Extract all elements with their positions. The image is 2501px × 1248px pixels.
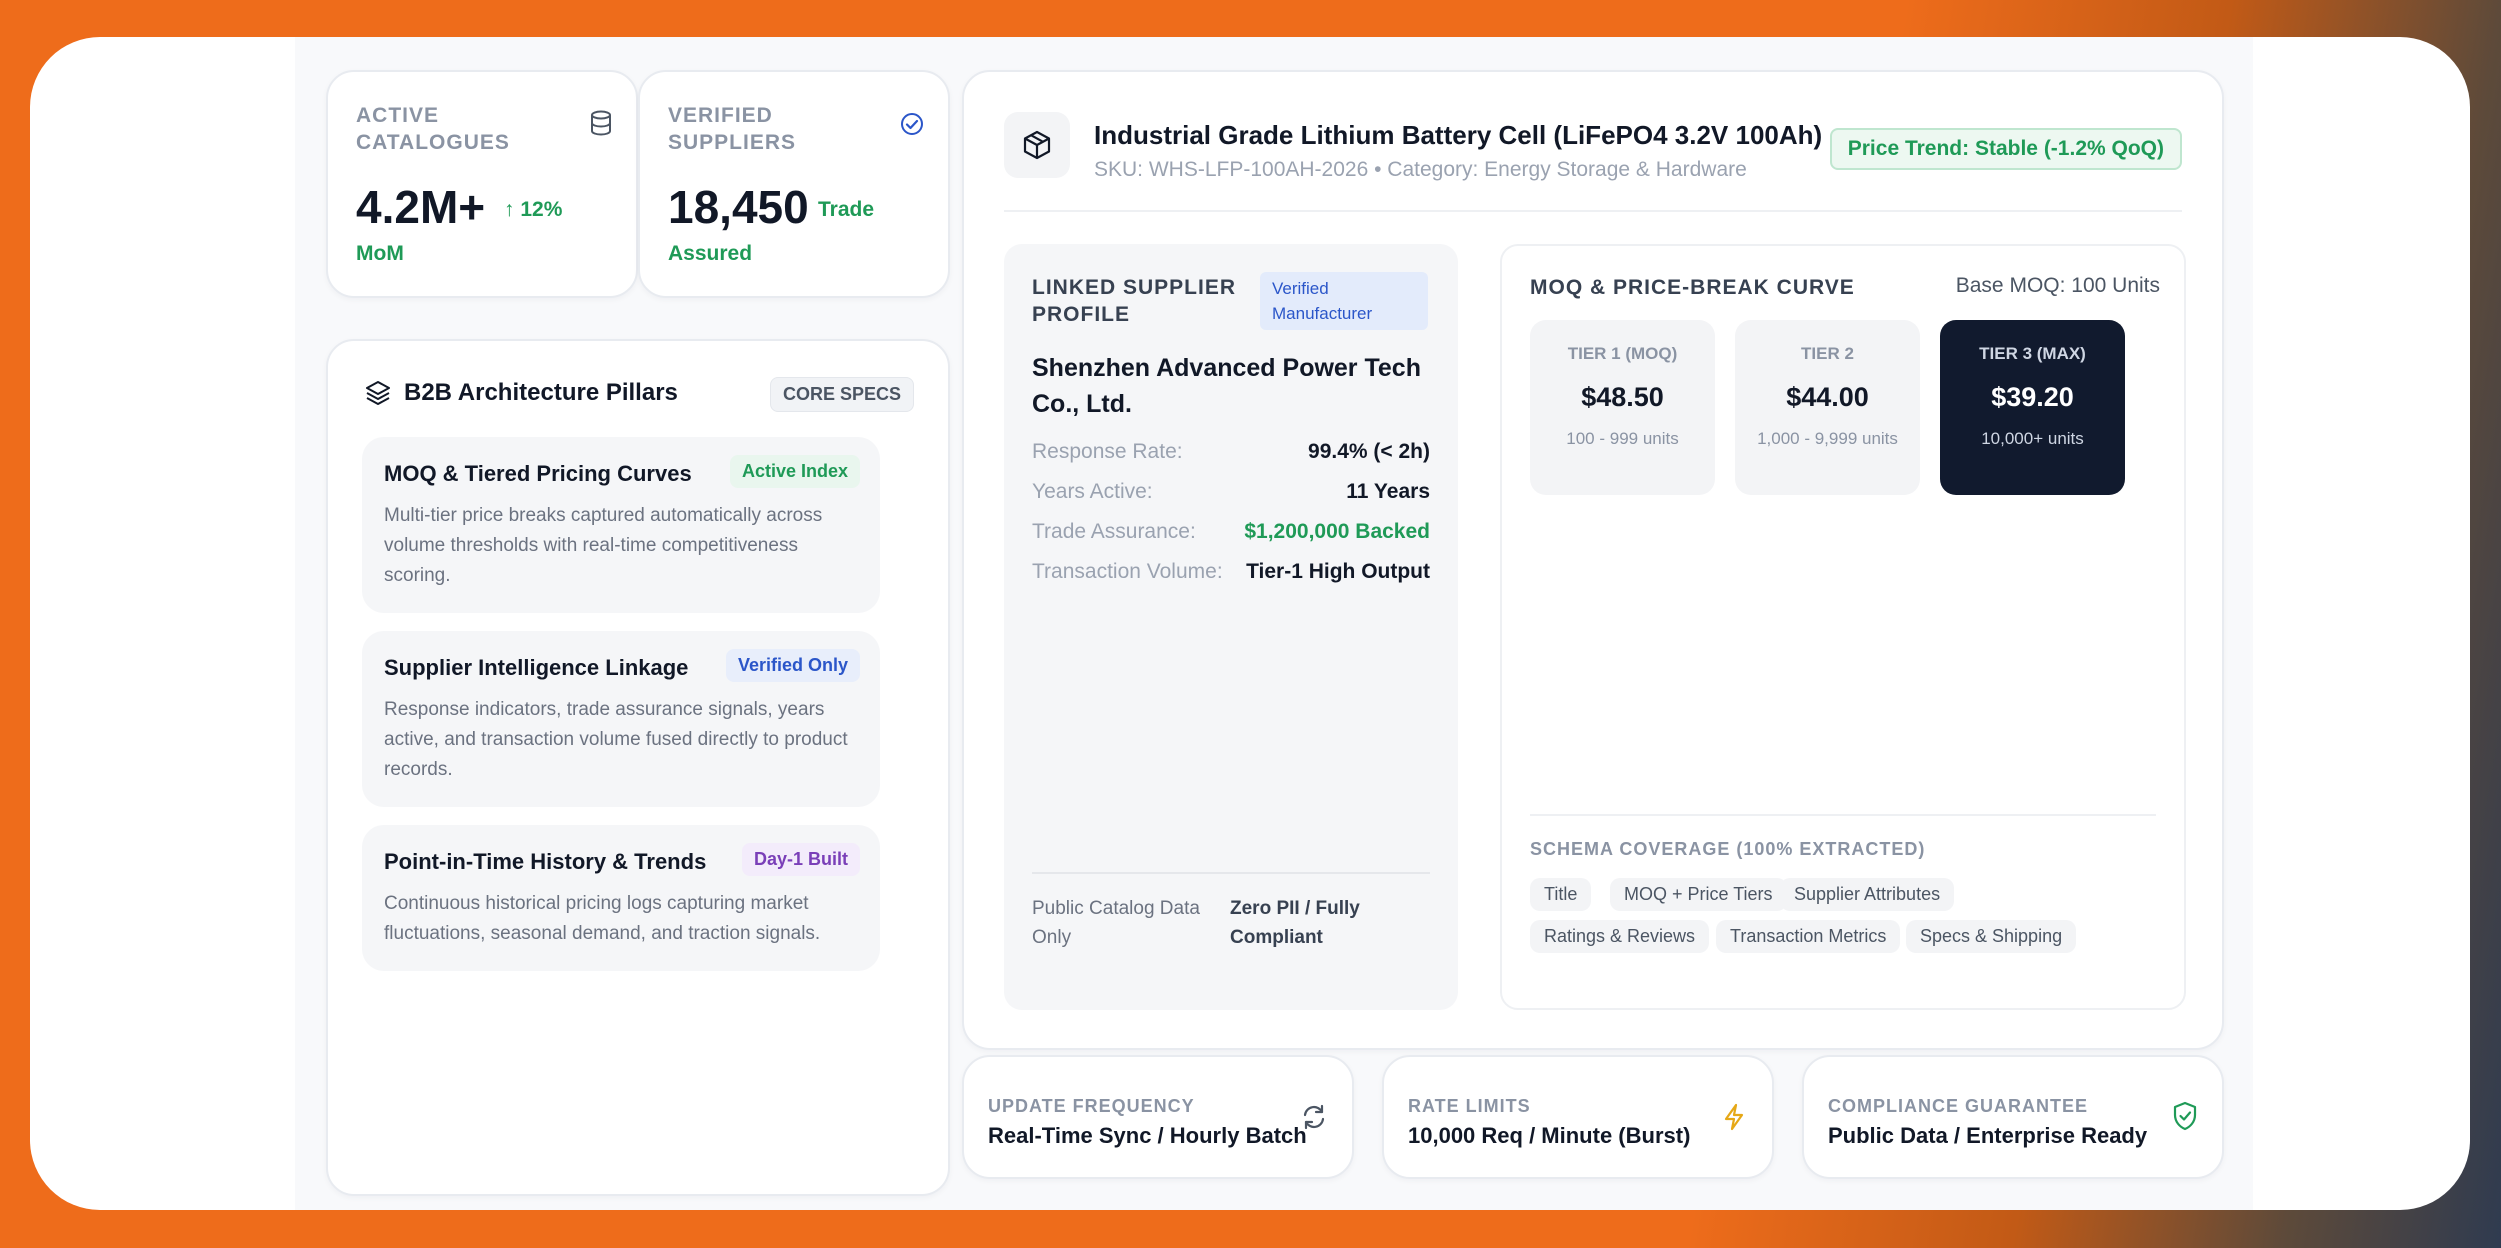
stat-label: ACTIVE CATALOGUES bbox=[356, 104, 510, 154]
product-card: Industrial Grade Lithium Battery Cell (L… bbox=[962, 70, 2224, 1050]
app-frame: ACTIVE CATALOGUES 4.2M+ ↑ 12% MoM VERIFI… bbox=[30, 37, 2470, 1210]
row-value: 11 Years bbox=[1346, 480, 1430, 503]
shield-check-icon bbox=[2173, 1101, 2197, 1131]
lightning-icon bbox=[1724, 1103, 1744, 1131]
layers-icon bbox=[366, 381, 390, 405]
tier-card-1[interactable]: TIER 1 (MOQ) $48.50 100 - 999 units bbox=[1530, 320, 1715, 495]
compliance-card: COMPLIANCE GUARANTEE Public Data / Enter… bbox=[1802, 1055, 2224, 1179]
stat-label: VERIFIED SUPPLIERS bbox=[668, 104, 797, 154]
header-divider bbox=[1004, 210, 2182, 212]
moq-base: Base MOQ: 100 Units bbox=[1955, 274, 2160, 297]
stat-card-catalogues: ACTIVE CATALOGUES 4.2M+ ↑ 12% MoM bbox=[326, 70, 638, 298]
supplier-row: Years Active: 11 Years bbox=[1032, 480, 1430, 504]
moq-title: MOQ & PRICE-BREAK CURVE bbox=[1530, 276, 1855, 299]
row-key: Trade Assurance: bbox=[1032, 520, 1196, 543]
product-title: Industrial Grade Lithium Battery Cell (L… bbox=[1094, 120, 1823, 150]
moq-panel: MOQ & PRICE-BREAK CURVE Base MOQ: 100 Un… bbox=[1500, 244, 2186, 1010]
rate-limits-card: RATE LIMITS 10,000 Req / Minute (Burst) bbox=[1382, 1055, 1774, 1179]
supplier-row: Response Rate: 99.4% (< 2h) bbox=[1032, 440, 1430, 464]
row-key: Response Rate: bbox=[1032, 440, 1183, 463]
row-key: Transaction Volume: bbox=[1032, 560, 1223, 583]
product-sku-line: SKU: WHS-LFP-100AH-2026 • Category: Ener… bbox=[1094, 158, 1747, 181]
supplier-profile-panel: LINKED SUPPLIER PROFILE Verified Manufac… bbox=[1004, 244, 1458, 1010]
schema-coverage-label: SCHEMA COVERAGE (100% EXTRACTED) bbox=[1530, 839, 1926, 859]
card-value: Real-Time Sync / Hourly Batch bbox=[988, 1123, 1307, 1148]
pillar-description: Response indicators, trade assurance sig… bbox=[384, 699, 848, 780]
pillar-badge: Day-1 Built bbox=[741, 843, 860, 876]
card-value: Public Data / Enterprise Ready bbox=[1828, 1123, 2148, 1148]
tier-name: TIER 1 (MOQ) bbox=[1567, 344, 1678, 363]
tier-price: $48.50 bbox=[1581, 382, 1664, 412]
package-icon bbox=[1023, 130, 1051, 160]
row-value: 99.4% (< 2h) bbox=[1308, 440, 1430, 463]
schema-chip: Supplier Attributes bbox=[1780, 878, 1955, 911]
schema-chip: MOQ + Price Tiers bbox=[1610, 878, 1787, 911]
database-icon bbox=[591, 110, 611, 136]
tier-card-2[interactable]: TIER 2 $44.00 1,000 - 9,999 units bbox=[1735, 320, 1920, 495]
supplier-section-label: LINKED SUPPLIER PROFILE bbox=[1032, 276, 1237, 326]
supplier-row: Transaction Volume: Tier-1 High Output bbox=[1032, 560, 1430, 584]
pillars-title: B2B Architecture Pillars bbox=[404, 379, 678, 406]
supplier-footer-divider bbox=[1032, 872, 1430, 874]
check-circle-icon bbox=[901, 113, 923, 135]
pillar-item[interactable]: Supplier Intelligence Linkage Verified O… bbox=[362, 631, 880, 807]
stat-change-suffix: MoM bbox=[356, 242, 404, 265]
schema-chip: Specs & Shipping bbox=[1906, 920, 2077, 953]
tier-units: 10,000+ units bbox=[1981, 429, 2084, 448]
tier-units: 1,000 - 9,999 units bbox=[1757, 429, 1898, 448]
pillar-description: Continuous historical pricing logs captu… bbox=[384, 893, 821, 944]
tier-name: TIER 2 bbox=[1801, 344, 1854, 363]
tier-price: $39.20 bbox=[1991, 382, 2074, 412]
refresh-icon bbox=[1303, 1104, 1325, 1130]
card-label: RATE LIMITS bbox=[1408, 1096, 1531, 1116]
pillar-item[interactable]: MOQ & Tiered Pricing Curves Active Index… bbox=[362, 437, 880, 613]
core-specs-tag: CORE SPECS bbox=[769, 377, 914, 412]
schema-chip: Transaction Metrics bbox=[1716, 920, 1901, 953]
stat-change: ↑ 12% bbox=[504, 198, 563, 221]
stat-badge-suffix: Assured bbox=[668, 242, 753, 265]
row-value: Tier-1 High Output bbox=[1246, 560, 1430, 583]
tier-units: 100 - 999 units bbox=[1566, 429, 1679, 448]
stat-value: 18,450 bbox=[668, 181, 809, 233]
architecture-pillars-card: B2B Architecture Pillars CORE SPECS MOQ … bbox=[326, 339, 950, 1196]
supplier-footer-key: Public Catalog Data Only bbox=[1032, 898, 1200, 948]
tier-card-3[interactable]: TIER 3 (MAX) $39.20 10,000+ units bbox=[1940, 320, 2125, 495]
pillar-item[interactable]: Point-in-Time History & Trends Day-1 Bui… bbox=[362, 825, 880, 971]
stat-badge: Trade bbox=[818, 198, 875, 221]
schema-chip: Title bbox=[1530, 878, 1592, 911]
update-frequency-card: UPDATE FREQUENCY Real-Time Sync / Hourly… bbox=[962, 1055, 1354, 1179]
row-value: $1,200,000 Backed bbox=[1244, 520, 1430, 543]
supplier-footer-value: Zero PII / Fully Compliant bbox=[1230, 898, 1360, 948]
schema-chip: Ratings & Reviews bbox=[1530, 920, 1710, 953]
pillar-description: Multi-tier price breaks captured automat… bbox=[384, 505, 823, 586]
card-label: COMPLIANCE GUARANTEE bbox=[1828, 1096, 2089, 1116]
pillar-badge: Active Index bbox=[729, 455, 860, 488]
pillar-badge: Verified Only bbox=[725, 649, 860, 682]
price-trend-badge: Price Trend: Stable (-1.2% QoQ) bbox=[1829, 128, 2182, 170]
tier-price: $44.00 bbox=[1786, 382, 1869, 412]
supplier-row: Trade Assurance: $1,200,000 Backed bbox=[1032, 520, 1430, 544]
tier-name: TIER 3 (MAX) bbox=[1979, 344, 2086, 363]
stat-card-suppliers: VERIFIED SUPPLIERS 18,450 Trade Assured bbox=[638, 70, 950, 298]
card-value: 10,000 Req / Minute (Burst) bbox=[1408, 1123, 1691, 1148]
row-key: Years Active: bbox=[1032, 480, 1153, 503]
card-label: UPDATE FREQUENCY bbox=[988, 1096, 1195, 1116]
product-icon-box bbox=[1004, 112, 1070, 178]
schema-divider bbox=[1530, 814, 2156, 816]
supplier-name: Shenzhen Advanced Power Tech Co., Ltd. bbox=[1032, 354, 1421, 418]
verified-manufacturer-badge: Verified Manufacturer bbox=[1260, 272, 1428, 330]
stat-value: 4.2M+ bbox=[356, 181, 486, 233]
